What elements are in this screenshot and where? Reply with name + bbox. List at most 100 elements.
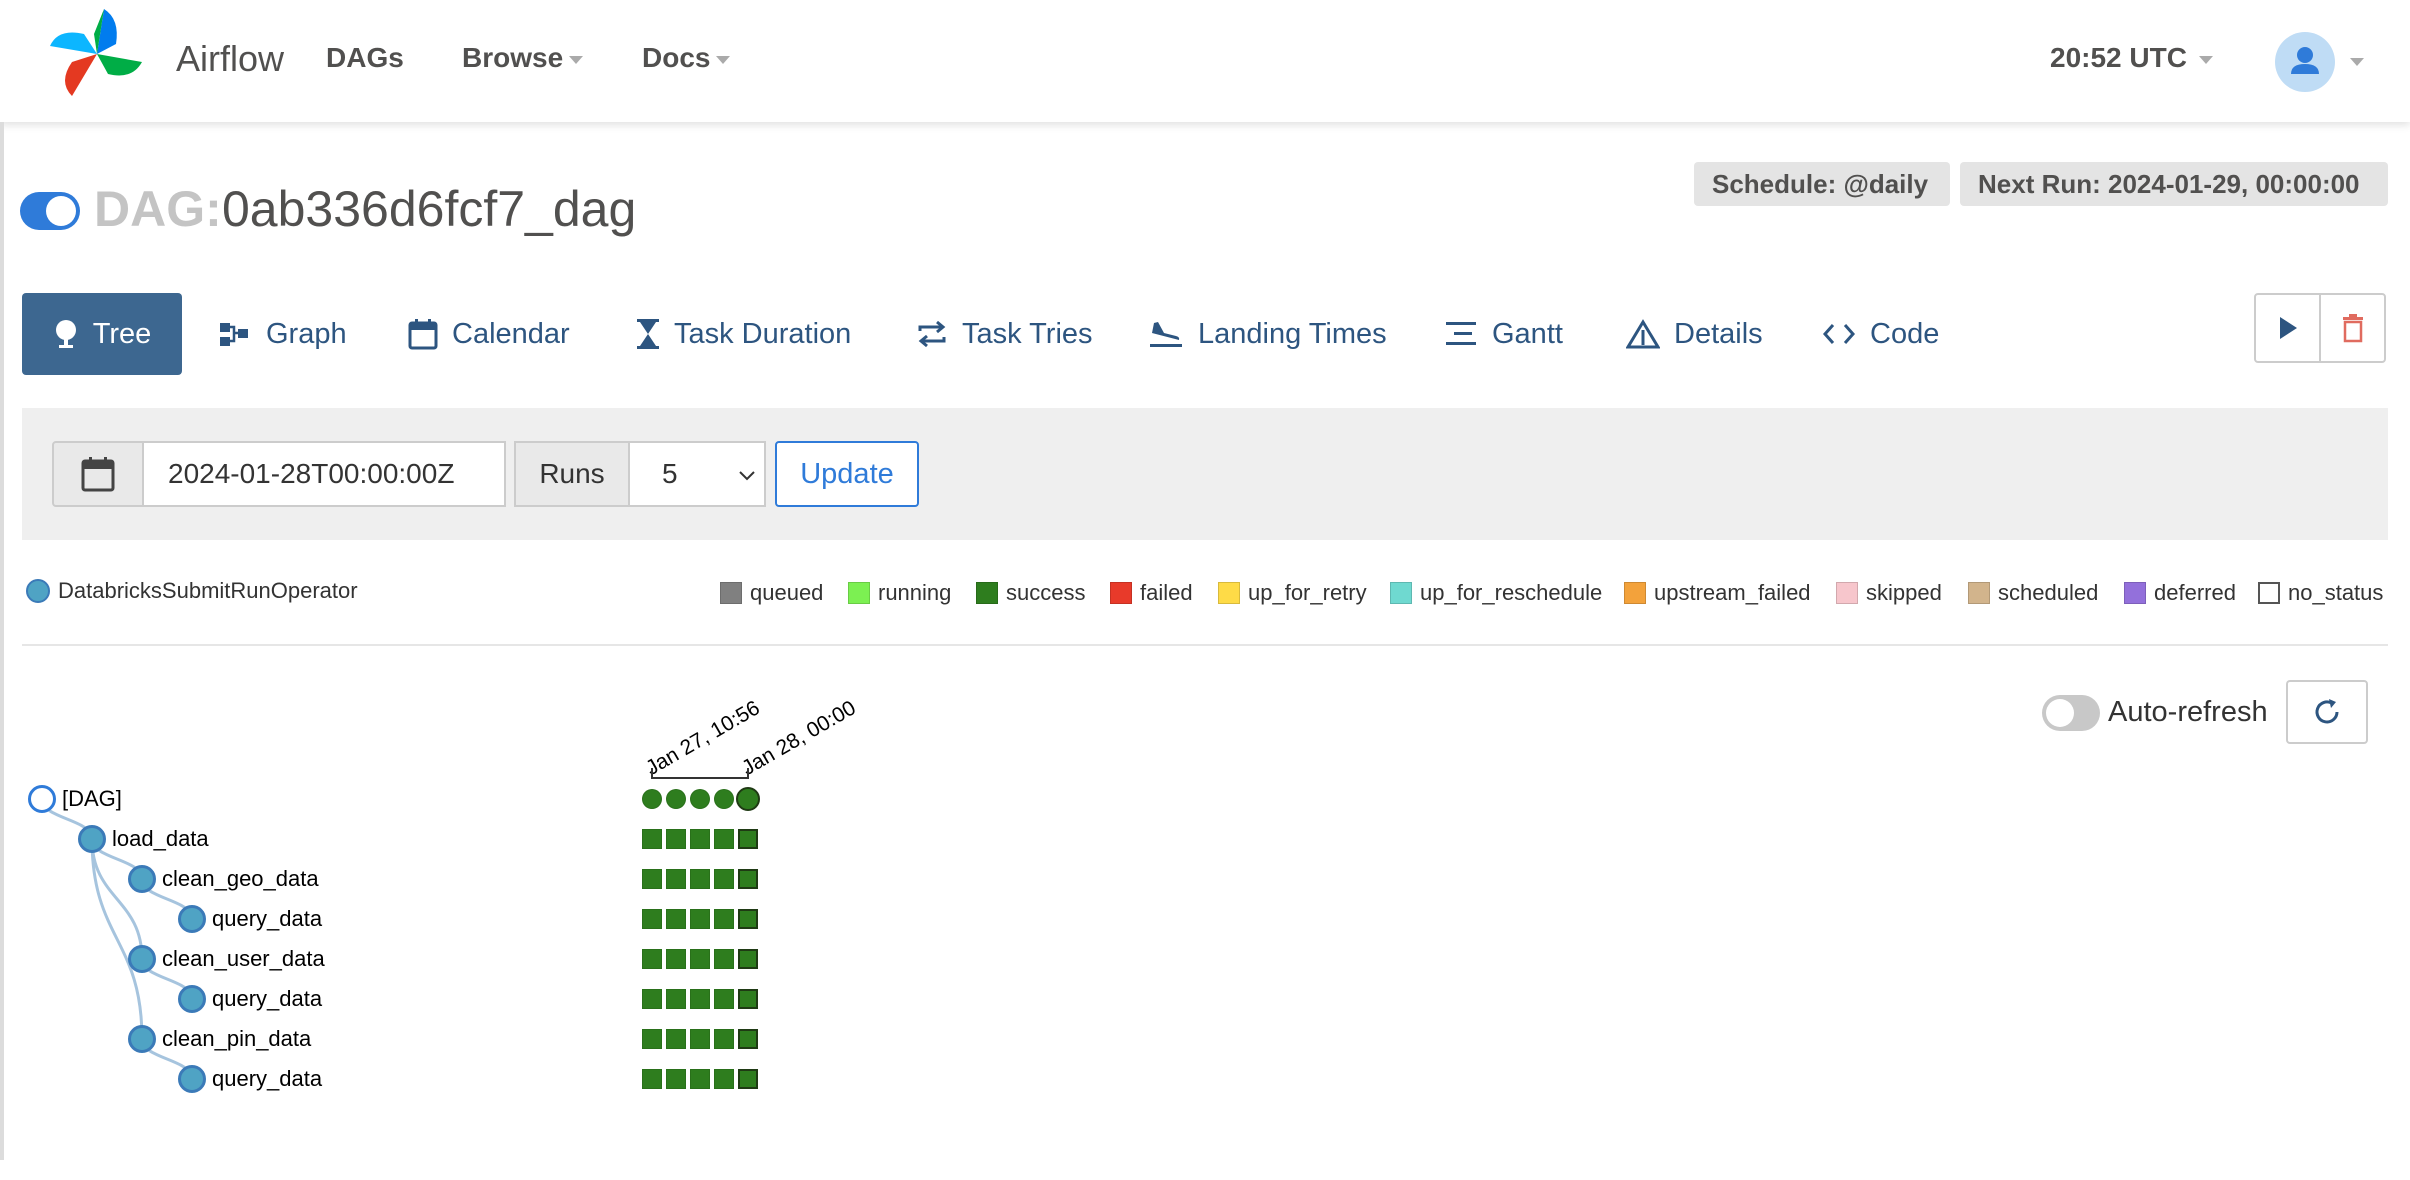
utc-clock[interactable]: 20:52 UTC	[2050, 42, 2213, 74]
tab-graph[interactable]: Graph	[218, 293, 347, 375]
nav-dags[interactable]: DAGs	[326, 42, 404, 74]
task-instance-square[interactable]	[642, 1069, 662, 1089]
delete-dag-button[interactable]	[2321, 295, 2384, 361]
task-instance-square[interactable]	[738, 1069, 758, 1089]
task-instance-square[interactable]	[666, 829, 686, 849]
legend-item-no-status[interactable]: no_status	[2258, 580, 2383, 606]
legend-swatch	[2258, 582, 2280, 604]
refresh-button[interactable]	[2286, 680, 2368, 744]
tree-node-label[interactable]: [DAG]	[62, 786, 122, 812]
legend-swatch	[1624, 582, 1646, 604]
update-button[interactable]: Update	[775, 441, 919, 507]
legend-item-skipped[interactable]: skipped	[1836, 580, 1942, 606]
task-instance-square[interactable]	[714, 869, 734, 889]
tree-node-task[interactable]	[178, 1065, 206, 1093]
tree-node-label[interactable]: clean_pin_data	[162, 1026, 311, 1052]
tree-node-task[interactable]	[178, 985, 206, 1013]
tab-task-duration[interactable]: Task Duration	[636, 293, 851, 375]
tab-task-tries[interactable]: Task Tries	[916, 293, 1093, 375]
tree-node-task[interactable]	[128, 865, 156, 893]
legend-item-up-for-reschedule[interactable]: up_for_reschedule	[1390, 580, 1602, 606]
tab-calendar[interactable]: Calendar	[408, 293, 570, 375]
tab-tree[interactable]: Tree	[22, 293, 182, 375]
tab-code[interactable]: Code	[1822, 293, 1939, 375]
task-instance-square[interactable]	[642, 829, 662, 849]
task-instance-square[interactable]	[738, 989, 758, 1009]
task-instance-square[interactable]	[642, 989, 662, 1009]
base-date-input[interactable]: 2024-01-28T00:00:00Z	[142, 441, 506, 507]
task-instance-square[interactable]	[666, 1069, 686, 1089]
tree-node-label[interactable]: clean_geo_data	[162, 866, 319, 892]
task-instance-square[interactable]	[690, 829, 710, 849]
tree-node-label[interactable]: query_data	[212, 1066, 322, 1092]
dag-run-circle[interactable]	[666, 789, 686, 809]
task-instance-square[interactable]	[714, 1069, 734, 1089]
tree-node-task[interactable]	[178, 905, 206, 933]
nav-docs[interactable]: Docs	[642, 42, 731, 74]
task-instance-square[interactable]	[738, 949, 758, 969]
legend-item-queued[interactable]: queued	[720, 580, 823, 606]
legend-label: skipped	[1866, 580, 1942, 605]
dag-run-circle[interactable]	[690, 789, 710, 809]
tree-node-label[interactable]: load_data	[112, 826, 209, 852]
tree-node-dag[interactable]	[28, 785, 56, 813]
task-instance-square[interactable]	[690, 869, 710, 889]
task-instance-square[interactable]	[666, 989, 686, 1009]
task-instance-square[interactable]	[666, 909, 686, 929]
legend-item-up-for-retry[interactable]: up_for_retry	[1218, 580, 1367, 606]
task-instance-square[interactable]	[714, 949, 734, 969]
date-picker-button[interactable]	[52, 441, 144, 507]
hourglass-icon	[636, 318, 660, 350]
tree-node-label[interactable]: clean_user_data	[162, 946, 325, 972]
nav-browse[interactable]: Browse	[462, 42, 584, 74]
tab-landing-times[interactable]: Landing Times	[1148, 293, 1387, 375]
legend-item-failed[interactable]: failed	[1110, 580, 1193, 606]
trigger-dag-button[interactable]	[2256, 295, 2321, 361]
auto-refresh-toggle[interactable]	[2042, 695, 2100, 731]
legend-item-success[interactable]: success	[976, 580, 1085, 606]
legend-item-running[interactable]: running	[848, 580, 951, 606]
task-instance-square[interactable]	[690, 1069, 710, 1089]
task-instance-square[interactable]	[714, 829, 734, 849]
dag-run-circle[interactable]	[736, 787, 760, 811]
dag-actions	[2254, 293, 2386, 363]
tree-node-task[interactable]	[78, 825, 106, 853]
task-instance-square[interactable]	[666, 1029, 686, 1049]
airflow-logo[interactable]: Airflow	[42, 4, 284, 104]
tab-gantt[interactable]: Gantt	[1444, 293, 1563, 375]
task-instance-square[interactable]	[690, 989, 710, 1009]
tab-details[interactable]: Details	[1626, 293, 1763, 375]
runs-select[interactable]: 5	[628, 441, 766, 507]
dag-run-circle[interactable]	[642, 789, 662, 809]
task-instance-square[interactable]	[642, 869, 662, 889]
task-instance-square[interactable]	[714, 989, 734, 1009]
tree-node-task[interactable]	[128, 1025, 156, 1053]
task-instance-square[interactable]	[642, 909, 662, 929]
task-instance-square[interactable]	[642, 1029, 662, 1049]
task-instance-square[interactable]	[666, 869, 686, 889]
task-instance-square[interactable]	[738, 909, 758, 929]
legend-item-deferred[interactable]: deferred	[2124, 580, 2236, 606]
task-instance-square[interactable]	[690, 1029, 710, 1049]
task-instance-square[interactable]	[714, 909, 734, 929]
task-instance-square[interactable]	[642, 949, 662, 969]
task-instance-square[interactable]	[738, 869, 758, 889]
dag-pause-toggle[interactable]	[20, 192, 80, 230]
task-instance-square[interactable]	[690, 909, 710, 929]
legend-swatch	[2124, 582, 2146, 604]
task-instance-square[interactable]	[690, 949, 710, 969]
legend-item-scheduled[interactable]: scheduled	[1968, 580, 2098, 606]
tree-node-label[interactable]: query_data	[212, 986, 322, 1012]
task-instance-square[interactable]	[738, 829, 758, 849]
tree-node-task[interactable]	[128, 945, 156, 973]
chevron-down-icon[interactable]	[2350, 58, 2364, 66]
task-instance-square[interactable]	[666, 949, 686, 969]
tree-node-label[interactable]: query_data	[212, 906, 322, 932]
task-instance-square[interactable]	[714, 1029, 734, 1049]
dag-run-circle[interactable]	[714, 789, 734, 809]
legend-label: up_for_retry	[1248, 580, 1367, 605]
user-avatar[interactable]	[2275, 32, 2335, 92]
navbar: Airflow DAGs Browse Docs 20:52 UTC	[0, 0, 2410, 122]
task-instance-square[interactable]	[738, 1029, 758, 1049]
legend-item-upstream-failed[interactable]: upstream_failed	[1624, 580, 1811, 606]
